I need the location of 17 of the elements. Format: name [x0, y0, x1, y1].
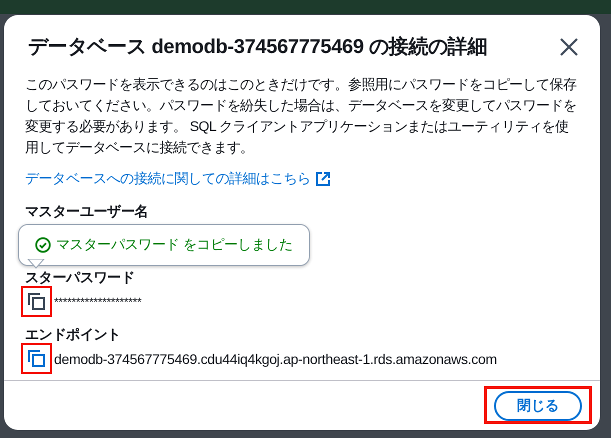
- docs-link[interactable]: データベースへの接続に関しての詳細はこちら: [25, 170, 330, 188]
- field-value: ********************: [54, 294, 142, 308]
- tooltip-text: マスターパスワード をコピーしました: [56, 236, 292, 254]
- copy-icon: [27, 349, 46, 368]
- close-button[interactable]: 閉じる: [494, 391, 582, 421]
- copy-icon: [27, 292, 46, 311]
- dialog-title: データベース demodb-374567775469 の接続の詳細: [28, 34, 488, 60]
- close-button[interactable]: [558, 36, 580, 58]
- check-circle-icon: [35, 237, 51, 253]
- external-link-icon: [316, 172, 330, 186]
- field-value: demodb-374567775469.cdu44iq4kgoj.ap-northeast-1.rds.amazonaws.com: [54, 350, 497, 366]
- description: このパスワードを表示できるのはこのときだけです。参照用にパスワードをコピーして保存しておいてください。パスワードを紛失した場合は、データベースを変更してパスワードを変更する必要があります。 SQL クライアントアプリケーションまたはユーティリティを使用してデータベースに接続できます。: [25, 75, 578, 157]
- copy-button[interactable]: [27, 292, 46, 311]
- field-label: スターパスワード: [25, 268, 135, 286]
- field-label: エンドポイント: [25, 325, 121, 343]
- field-label: マスターユーザー名: [25, 202, 148, 220]
- copy-button[interactable]: [27, 349, 46, 368]
